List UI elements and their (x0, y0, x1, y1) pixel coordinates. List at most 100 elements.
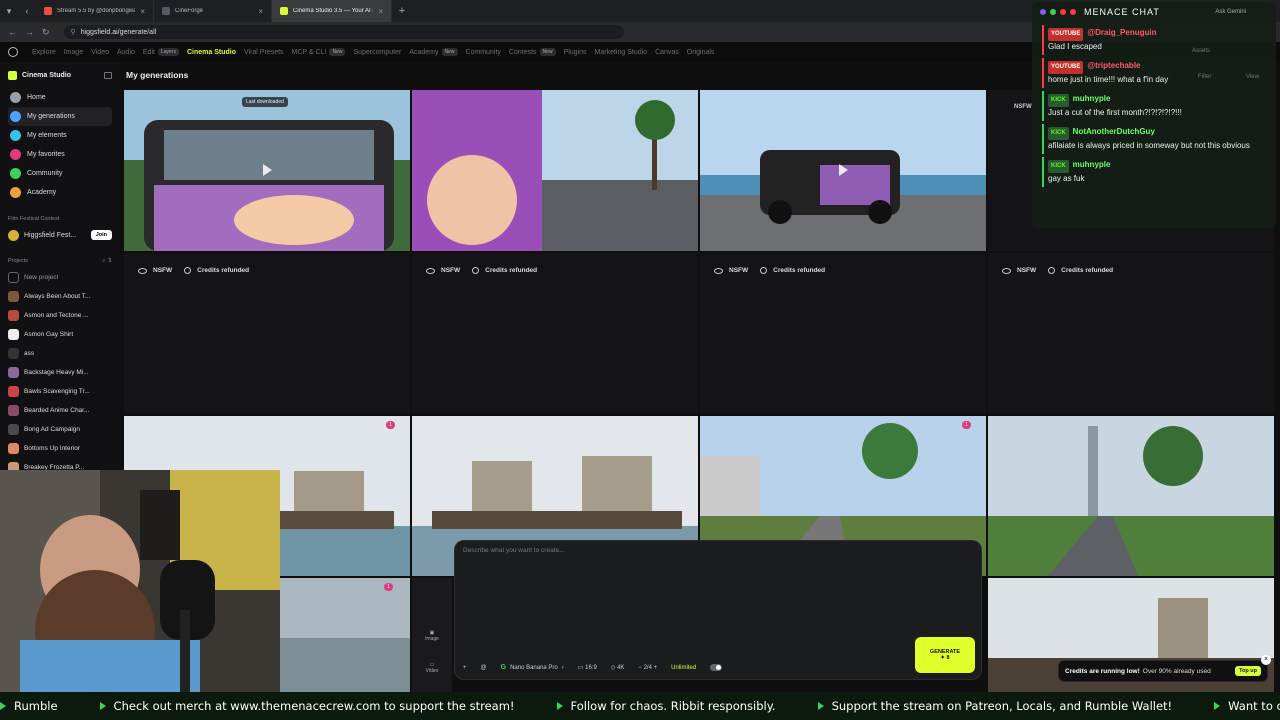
project-item[interactable]: Bottoms Up Interior (8, 439, 112, 458)
nav-item-edit[interactable]: Edit Layers (143, 48, 179, 56)
festival-row[interactable]: Higgsfield Fest... Join (8, 226, 112, 244)
info-icon (1048, 267, 1056, 274)
platform-badge: KICK (1048, 160, 1069, 173)
video-mode-button[interactable]: ▭ Video (426, 662, 439, 674)
project-item[interactable]: Bearded Anime Char... (8, 401, 112, 420)
sidebar-item-my-generations[interactable]: My generations (8, 107, 112, 126)
project-item[interactable]: Backstage Heavy Mi... (8, 363, 112, 382)
nav-item-explore[interactable]: Explore (32, 49, 56, 56)
nav-item-contests[interactable]: Contests New (509, 48, 556, 56)
close-tab-icon[interactable]: × (258, 7, 263, 16)
sidebar-item-home[interactable]: Home (8, 88, 112, 107)
project-label: Backstage Heavy Mi... (24, 369, 89, 376)
play-icon[interactable] (839, 164, 848, 176)
generation-card[interactable]: 1 (280, 578, 410, 692)
generate-button[interactable]: GENERATE ✦ 8 (915, 637, 975, 673)
nav-item-video[interactable]: Video (91, 49, 109, 56)
project-item[interactable]: Asmon and Tectone ... (8, 306, 112, 325)
top-up-button[interactable]: Top up (1235, 666, 1261, 676)
browser-tab[interactable]: CineForge × (154, 0, 272, 22)
sidebar-item-my-elements[interactable]: My elements (8, 126, 112, 145)
generation-card[interactable] (700, 90, 986, 251)
sidebar-item-label: Community (27, 170, 63, 177)
site-info-icon[interactable]: ⚲ (71, 28, 76, 36)
refunded-card[interactable]: NSFW Credits refunded (988, 253, 1274, 413)
add-icon[interactable]: + (463, 665, 467, 671)
model-selector[interactable]: G Nano Banana Pro › (501, 664, 564, 671)
sidebar-item-my-favorites[interactable]: My favorites (8, 145, 112, 164)
project-item[interactable]: Always Been About T... (8, 287, 112, 306)
favorite-count-badge[interactable]: 1 (962, 421, 971, 429)
nav-item-community[interactable]: Community (466, 49, 501, 56)
nav-item-canvas[interactable]: Canvas (655, 49, 679, 56)
view-label[interactable]: View (1246, 74, 1259, 80)
filter-label[interactable]: Filter (1198, 74, 1211, 80)
new-tab-button[interactable]: + (392, 5, 412, 17)
nav-item-originals[interactable]: Originals (687, 49, 715, 56)
project-item[interactable]: Asmon Gay Shirt (8, 325, 112, 344)
prompt-input[interactable]: Describe what you want to create... (463, 547, 565, 554)
green-dot-icon (1050, 9, 1056, 15)
nav-item-image[interactable]: Image (64, 49, 83, 56)
generation-card[interactable] (412, 90, 698, 251)
project-item[interactable]: Bong Ad Campaign (8, 420, 112, 439)
sidebar-item-community[interactable]: Community (8, 164, 112, 183)
back-arrow-icon[interactable]: ← (8, 27, 17, 37)
tab-label: Cinema Studio 3.5 — Your AI D... (293, 8, 374, 14)
nav-item-mcp-cli[interactable]: MCP & CLI New (292, 48, 346, 56)
nav-item-cinema-studio[interactable]: Cinema Studio (187, 49, 236, 56)
tab-label: CineForge (175, 8, 204, 14)
project-search-icon[interactable]: ⌕ ⇅ (102, 258, 112, 265)
generation-card[interactable] (988, 416, 1274, 576)
favorite-count-badge[interactable]: 1 (384, 583, 393, 591)
play-icon[interactable] (263, 164, 272, 176)
higgsfield-logo-icon[interactable] (8, 47, 18, 57)
collapse-sidebar-icon[interactable] (104, 71, 112, 79)
sidebar-item-academy[interactable]: Academy (8, 183, 112, 202)
url-field[interactable]: ⚲ higgsfield.ai/generate/all (63, 25, 624, 39)
nav-item-plugins[interactable]: Plugins (564, 49, 587, 56)
nav-item-viral-presets[interactable]: Viral Presets (244, 49, 284, 56)
generation-card[interactable]: Last downloaded (124, 90, 410, 251)
nsfw-eye-icon (426, 267, 435, 274)
mention-icon[interactable]: @ (481, 665, 487, 671)
nav-item-academy[interactable]: Academy New (409, 48, 458, 56)
aspect-selector[interactable]: ▭ 16:9 (578, 664, 597, 671)
nav-item-marketing-studio[interactable]: Marketing Studio (595, 49, 648, 56)
close-tab-icon[interactable]: × (140, 7, 145, 16)
project-item[interactable]: Bawls Scavenging Tr... (8, 382, 112, 401)
ticker-item: Support the stream on Patreon, Locals, a… (817, 699, 1172, 713)
refunded-card[interactable]: NSFW Credits refunded (700, 253, 986, 413)
join-button[interactable]: Join (90, 230, 112, 240)
quality-selector[interactable]: ◇ 4K (611, 664, 625, 671)
browser-tab[interactable]: Cinema Studio 3.5 — Your AI D... × (272, 0, 392, 22)
count-stepper[interactable]: − 2/4 + (638, 665, 657, 671)
video-mode-label: Video (425, 668, 439, 674)
nav-item-audio[interactable]: Audio (117, 49, 135, 56)
tab-favicon-icon (162, 7, 170, 15)
refunded-card[interactable]: NSFW Credits refunded (412, 253, 698, 413)
assets-label[interactable]: Assets (1192, 48, 1210, 54)
refunded-card[interactable]: NSFW Credits refunded (124, 253, 410, 413)
project-item[interactable]: ass (8, 344, 112, 363)
chat-message: KICK NotAnotherDutchGuy afilaiate is alway… (1042, 124, 1270, 154)
plus-icon[interactable]: + (652, 665, 658, 671)
chat-text: Glad I escaped (1048, 42, 1102, 51)
tab-menu-icon[interactable]: ▾ (0, 6, 18, 17)
favorite-count-badge[interactable]: 1 (386, 421, 395, 429)
count-label: 2/4 (643, 664, 652, 671)
nav-item-supercomputer[interactable]: Supercomputer (353, 49, 401, 56)
ask-gemini-label[interactable]: Ask Gemini (1215, 9, 1246, 15)
unlimited-toggle[interactable] (710, 664, 723, 671)
forward-arrow-icon[interactable]: → (25, 27, 34, 37)
close-icon[interactable]: × (1261, 655, 1271, 665)
reload-icon[interactable]: ↻ (42, 27, 50, 38)
image-mode-button[interactable]: ▣ Image (425, 630, 439, 642)
sidebar-item-label: My elements (27, 132, 67, 139)
close-tab-icon[interactable]: × (378, 7, 383, 16)
ticker-text: Check out merch at www.themenacecrew.com… (113, 699, 515, 713)
chat-username: @triptechable (1087, 61, 1141, 70)
new-project-button[interactable]: New project (8, 268, 112, 287)
tab-back-icon[interactable]: ‹ (18, 6, 36, 16)
browser-tab[interactable]: Stream 5.5 by @donpbongwat... × (36, 0, 154, 22)
